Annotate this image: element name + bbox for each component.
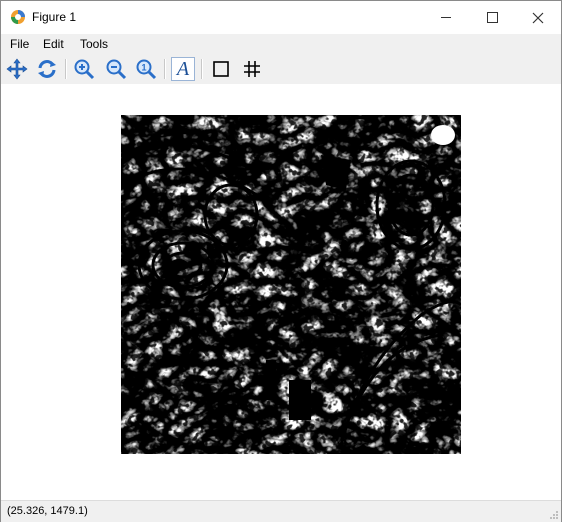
zoom-fit-button[interactable]: 1 [134,57,158,81]
figure-window: Figure 1 File Edit Tools 1 A (25.326, 14… [0,0,562,522]
reset-button[interactable] [35,57,59,81]
close-button[interactable] [515,1,561,34]
toolbar: 1 A [1,54,561,84]
menu-edit[interactable]: Edit [43,37,64,51]
minimize-icon [441,17,451,18]
grid-icon [244,61,260,77]
zoom-in-icon [74,59,95,80]
reset-icon [38,60,56,78]
menu-bar: File Edit Tools [1,34,561,54]
zoom-out-icon [106,59,127,80]
zoom-in-button[interactable] [72,57,96,81]
figure-canvas[interactable] [1,84,561,500]
status-bar: (25.326, 1479.1) [1,500,561,522]
text-icon: A [176,57,190,80]
text-tool-button[interactable]: A [171,57,195,81]
maximize-icon [486,12,498,23]
box-icon [213,61,229,77]
binary-image-plot[interactable] [121,115,461,454]
zoom-out-button[interactable] [104,57,128,81]
cursor-coordinates: (25.326, 1479.1) [7,505,88,517]
pan-icon [6,58,28,80]
svg-text:1: 1 [141,63,146,73]
zoom-fit-icon: 1 [136,59,157,80]
app-icon [11,10,25,24]
menu-tools[interactable]: Tools [80,37,108,51]
minimize-button[interactable] [423,1,469,34]
menu-file[interactable]: File [10,37,29,51]
resize-grip-icon[interactable] [549,510,559,520]
toolbar-separator [201,59,203,79]
toolbar-separator [164,59,166,79]
box-button[interactable] [209,57,233,81]
toolbar-separator [65,59,67,79]
maximize-button[interactable] [469,1,515,34]
title-bar[interactable]: Figure 1 [1,1,561,34]
close-icon [532,12,544,23]
pan-button[interactable] [5,57,29,81]
grid-button[interactable] [240,57,264,81]
window-title: Figure 1 [32,10,77,24]
